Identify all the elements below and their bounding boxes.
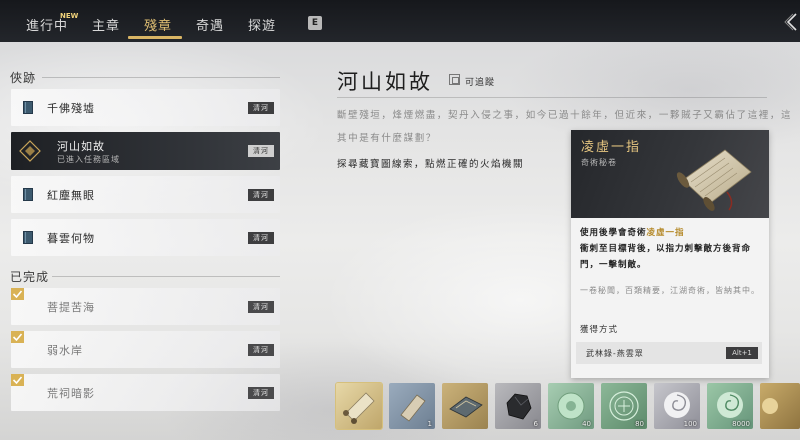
track-icon[interactable] bbox=[449, 74, 460, 85]
quest-card[interactable]: 千佛殘墟 清河 bbox=[11, 89, 280, 126]
new-badge: NEW bbox=[60, 12, 79, 20]
key-hint-e: E bbox=[308, 16, 322, 30]
item-quantity: 100 bbox=[683, 420, 697, 428]
checkmark-icon bbox=[11, 374, 24, 386]
reward-slot[interactable]: 6 bbox=[495, 383, 541, 429]
top-nav-bar: 進行中 NEW 主章 殘章 奇遇 探遊 E bbox=[0, 0, 800, 42]
tab-encounter[interactable]: 奇遇 bbox=[196, 15, 224, 34]
trackable-label[interactable]: 可追蹤 bbox=[465, 75, 495, 88]
active-tab-underline bbox=[128, 36, 182, 39]
item-quantity: 8000 bbox=[732, 420, 750, 428]
reward-effect: 使用後學會奇術凌虛一指 衝刺至目標背後，以指力刺擊敵方後背命門，一擊制敵。 bbox=[580, 225, 764, 273]
book-icon bbox=[23, 101, 33, 114]
quest-name: 河山如故 bbox=[57, 140, 105, 153]
reward-name: 凌虛一指 bbox=[581, 140, 642, 155]
quest-name: 紅塵無眼 bbox=[47, 189, 95, 202]
reward-slot-selected[interactable] bbox=[336, 383, 382, 429]
region-tag: 清河 bbox=[248, 232, 274, 244]
book-icon bbox=[23, 231, 33, 244]
quest-name: 暮雲何物 bbox=[47, 232, 95, 245]
quest-name: 荒祠暗影 bbox=[47, 387, 95, 400]
title-divider bbox=[337, 97, 767, 98]
section-divider bbox=[42, 77, 280, 78]
section-divider bbox=[52, 276, 280, 277]
effect-prefix: 使用後學會奇術 bbox=[580, 228, 647, 238]
obtain-source-row[interactable]: 武林錄-燕雲眾 Alt+1 bbox=[576, 342, 762, 364]
reward-slot[interactable]: 100 bbox=[654, 383, 700, 429]
region-tag: 清河 bbox=[248, 102, 274, 114]
tab-side-chapter[interactable]: 殘章 bbox=[144, 15, 172, 34]
reward-slot[interactable]: 1 bbox=[389, 383, 435, 429]
region-tag: 清河 bbox=[248, 301, 274, 313]
completed-quest-card[interactable]: 菩提苦海 清河 bbox=[11, 288, 280, 325]
item-quantity: 40 bbox=[582, 420, 591, 428]
reward-slot[interactable]: 80 bbox=[601, 383, 647, 429]
completed-quest-card[interactable]: 荒祠暗影 清河 bbox=[11, 374, 280, 411]
obtain-label: 獲得方式 bbox=[580, 325, 619, 335]
reward-slot[interactable] bbox=[760, 383, 800, 429]
partial-item-icon bbox=[762, 398, 778, 414]
reward-tooltip: 凌虛一指 奇術秘卷 使用後學會奇術凌虛一指 衝刺至目標背後，以指力刺擊敵方後背命… bbox=[571, 130, 769, 378]
completed-quest-card[interactable]: 弱水岸 清河 bbox=[11, 331, 280, 368]
quest-name: 菩提苦海 bbox=[47, 301, 95, 314]
scroll-icon bbox=[676, 149, 752, 211]
shortcut-key: Alt+1 bbox=[726, 347, 758, 359]
item-quantity: 1 bbox=[427, 420, 432, 428]
effect-skill-name: 凌虛一指 bbox=[646, 228, 685, 238]
section-header-completed: 已完成 bbox=[10, 270, 50, 284]
book-icon bbox=[23, 188, 33, 201]
reward-type: 奇術秘卷 bbox=[581, 158, 617, 167]
quest-title: 河山如故 bbox=[337, 70, 433, 94]
item-quantity: 80 bbox=[635, 420, 644, 428]
checkmark-icon bbox=[11, 288, 24, 300]
section-header-active: 俠跡 bbox=[10, 71, 37, 85]
reward-slot[interactable]: 8000 bbox=[707, 383, 753, 429]
reward-slot[interactable]: 40 bbox=[548, 383, 594, 429]
diamond-quest-icon bbox=[19, 140, 41, 162]
region-tag: 清河 bbox=[248, 387, 274, 399]
checkmark-icon bbox=[11, 331, 24, 343]
tab-exploration[interactable]: 探遊 bbox=[248, 15, 276, 34]
scroll-icon bbox=[343, 392, 375, 424]
quest-card-selected[interactable]: 河山如故 已進入任務區域 清河 bbox=[11, 132, 280, 170]
quest-card[interactable]: 紅塵無眼 清河 bbox=[11, 176, 280, 213]
quest-status: 已進入任務區域 bbox=[57, 155, 120, 164]
item-quantity: 6 bbox=[533, 420, 538, 428]
tooltip-header: 凌虛一指 奇術秘卷 bbox=[571, 130, 769, 218]
obtain-source: 武林錄-燕雲眾 bbox=[586, 349, 644, 358]
region-tag: 清河 bbox=[248, 344, 274, 356]
reward-slot[interactable] bbox=[442, 383, 488, 429]
map-icon bbox=[449, 396, 483, 418]
quest-card[interactable]: 暮雲何物 清河 bbox=[11, 219, 280, 256]
quest-name: 弱水岸 bbox=[47, 344, 83, 357]
region-tag: 清河 bbox=[248, 189, 274, 201]
back-chevron-icon[interactable] bbox=[784, 12, 798, 32]
effect-detail: 衝刺至目標背後，以指力刺擊敵方後背命門，一擊制敵。 bbox=[580, 244, 752, 270]
tab-main-chapter[interactable]: 主章 bbox=[92, 15, 120, 34]
quest-name: 千佛殘墟 bbox=[47, 102, 95, 115]
quest-objective: 探尋藏寶圖線索，點燃正確的火焰機關 bbox=[337, 159, 525, 170]
reward-flavor-text: 一卷秘聞，百類精要，江湖奇術，皆納其中。 bbox=[580, 286, 760, 295]
region-tag: 清河 bbox=[248, 145, 274, 157]
